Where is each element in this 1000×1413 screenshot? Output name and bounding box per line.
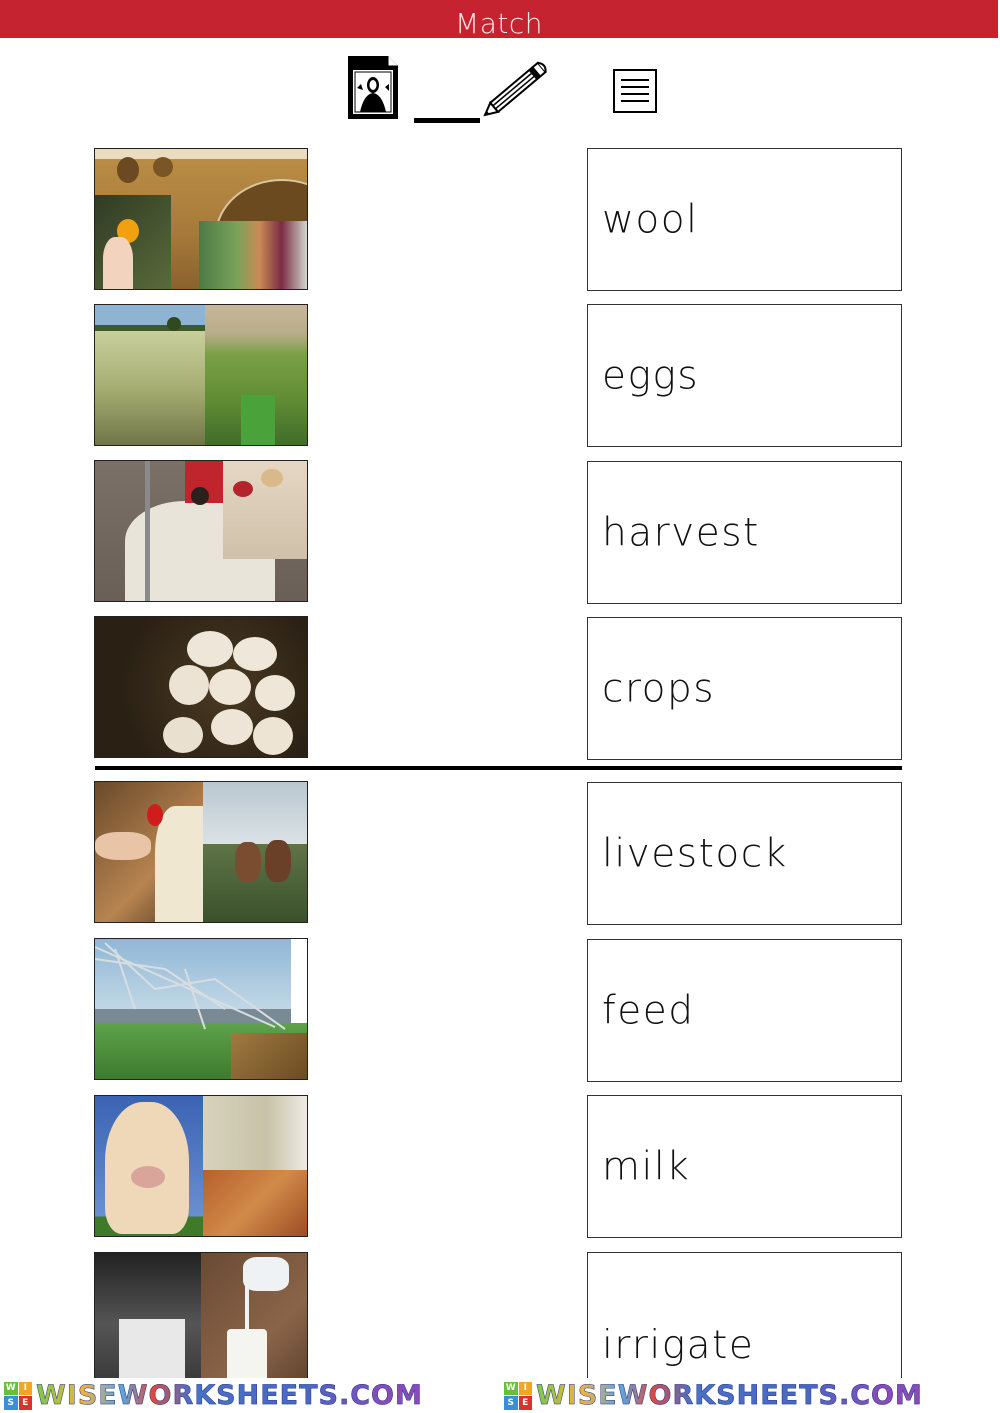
picture-feed[interactable]: [94, 781, 308, 923]
brand-logo-icon: W I S E: [4, 1381, 32, 1410]
picture-document-icon: [348, 56, 398, 119]
word-card[interactable]: wool: [587, 148, 902, 291]
word-card[interactable]: crops: [587, 617, 902, 760]
word-label: livestock: [602, 831, 788, 876]
brand-watermark: W I S E WISEWORKSHEETS.COM: [500, 1378, 1000, 1413]
picture-eggs[interactable]: [94, 616, 308, 758]
word-label: harvest: [602, 510, 760, 555]
brand-logo-icon: W I S E: [504, 1381, 532, 1410]
word-label: crops: [602, 666, 716, 711]
word-label: feed: [602, 988, 695, 1033]
word-label: irrigate: [602, 1323, 755, 1368]
word-label: wool: [602, 197, 699, 242]
word-card[interactable]: harvest: [587, 461, 902, 604]
picture-livestock[interactable]: [94, 1095, 308, 1237]
picture-milk[interactable]: [94, 1252, 308, 1394]
brand-watermark: W I S E WISEWORKSHEETS.COM: [0, 1378, 500, 1413]
word-label: milk: [602, 1144, 691, 1189]
footer-branding: W I S E WISEWORKSHEETS.COM W I S E WISEW…: [0, 1378, 1000, 1413]
picture-harvest-crops[interactable]: [94, 148, 308, 290]
page-title: Match: [455, 7, 543, 38]
brand-name: WISEWORKSHEETS.COM: [536, 1380, 923, 1412]
word-card[interactable]: livestock: [587, 782, 902, 925]
brand-name: WISEWORKSHEETS.COM: [36, 1380, 423, 1412]
word-card[interactable]: eggs: [587, 304, 902, 447]
instructions: [346, 52, 666, 127]
word-label: eggs: [602, 353, 700, 398]
section-divider: [95, 766, 902, 770]
title-bar: Match: [0, 0, 998, 38]
word-card[interactable]: milk: [587, 1095, 902, 1238]
write-line-pencil-icon: [414, 61, 547, 123]
text-document-icon: [613, 69, 657, 113]
picture-crop-fields[interactable]: [94, 304, 308, 446]
picture-irrigate[interactable]: [94, 938, 308, 1080]
picture-wool[interactable]: [94, 460, 308, 602]
word-card[interactable]: feed: [587, 939, 902, 1082]
